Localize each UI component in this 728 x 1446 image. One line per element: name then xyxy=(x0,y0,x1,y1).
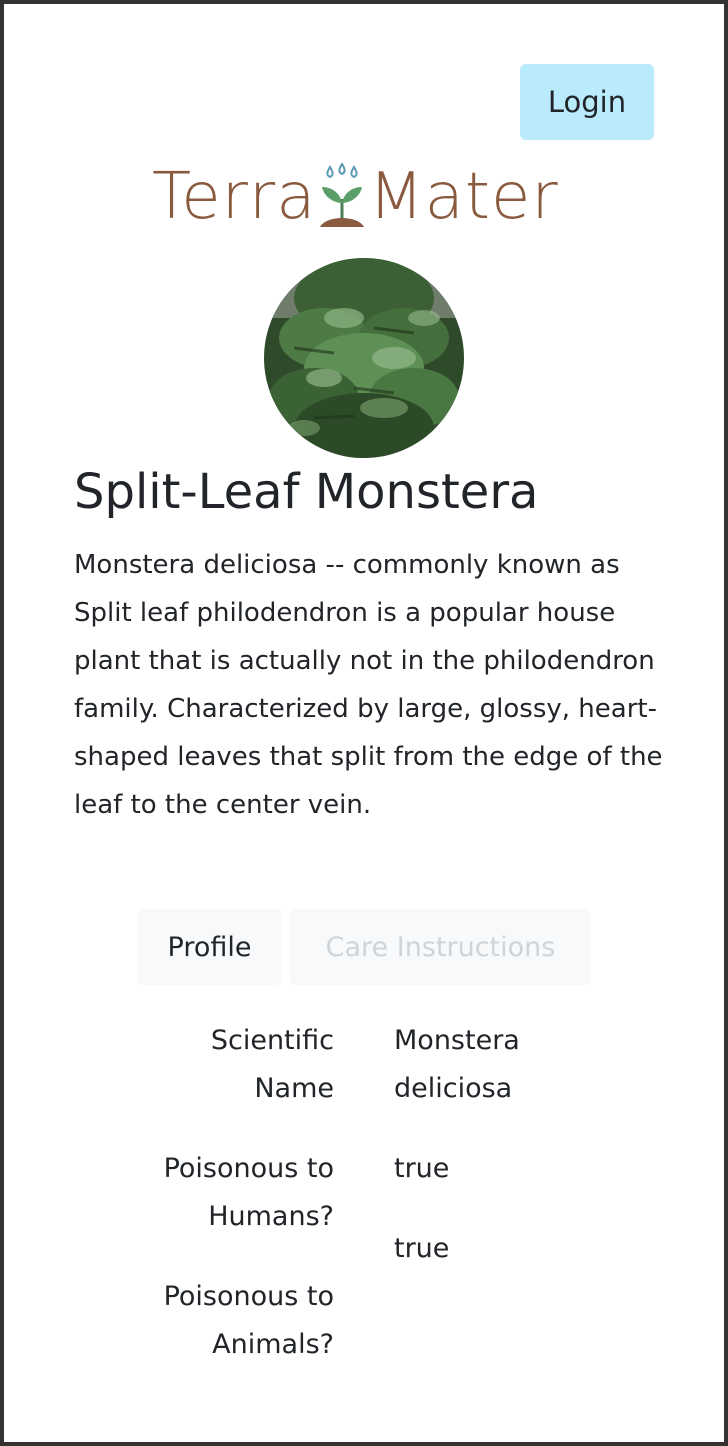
plant-title: Split-Leaf Monstera xyxy=(74,464,539,520)
poisonous-animals-label-line1: Poisonous to xyxy=(163,1281,334,1312)
scientific-name-value-line1: Monstera xyxy=(394,1025,520,1056)
poisonous-animals-label: Poisonous to Animals? xyxy=(164,1273,334,1369)
plant-description: Monstera deliciosa -- commonly known as … xyxy=(74,550,663,820)
sprout-icon xyxy=(320,163,365,227)
monstera-image xyxy=(264,258,464,458)
tab-care-instructions[interactable]: Care Instructions xyxy=(290,909,591,985)
poisonous-humans-label-line1: Poisonous to xyxy=(163,1153,334,1184)
poisonous-animals-label-line2: Animals? xyxy=(212,1329,334,1360)
scientific-name-label-line1: Scientific xyxy=(210,1025,334,1056)
scientific-name-value: Monstera deliciosa xyxy=(394,1017,520,1113)
login-button[interactable]: Login xyxy=(520,64,654,140)
poisonous-humans-value: true xyxy=(394,1153,450,1184)
logo-word-terra: Terra xyxy=(152,160,317,234)
scientific-name-label: Scientific Name xyxy=(211,1017,334,1113)
terra-mater-logo[interactable]: Terra Mater xyxy=(152,160,578,234)
poisonous-humans-label: Poisonous to Humans? xyxy=(164,1145,334,1241)
logo-word-mater: Mater xyxy=(368,160,559,234)
tab-profile[interactable]: Profile xyxy=(137,909,282,985)
plant-photo xyxy=(264,258,464,458)
scientific-name-value-line2: deliciosa xyxy=(394,1073,513,1104)
poisonous-animals-value: true xyxy=(394,1233,450,1264)
scientific-name-label-line2: Name xyxy=(254,1073,334,1104)
poisonous-humans-label-line2: Humans? xyxy=(208,1201,334,1232)
